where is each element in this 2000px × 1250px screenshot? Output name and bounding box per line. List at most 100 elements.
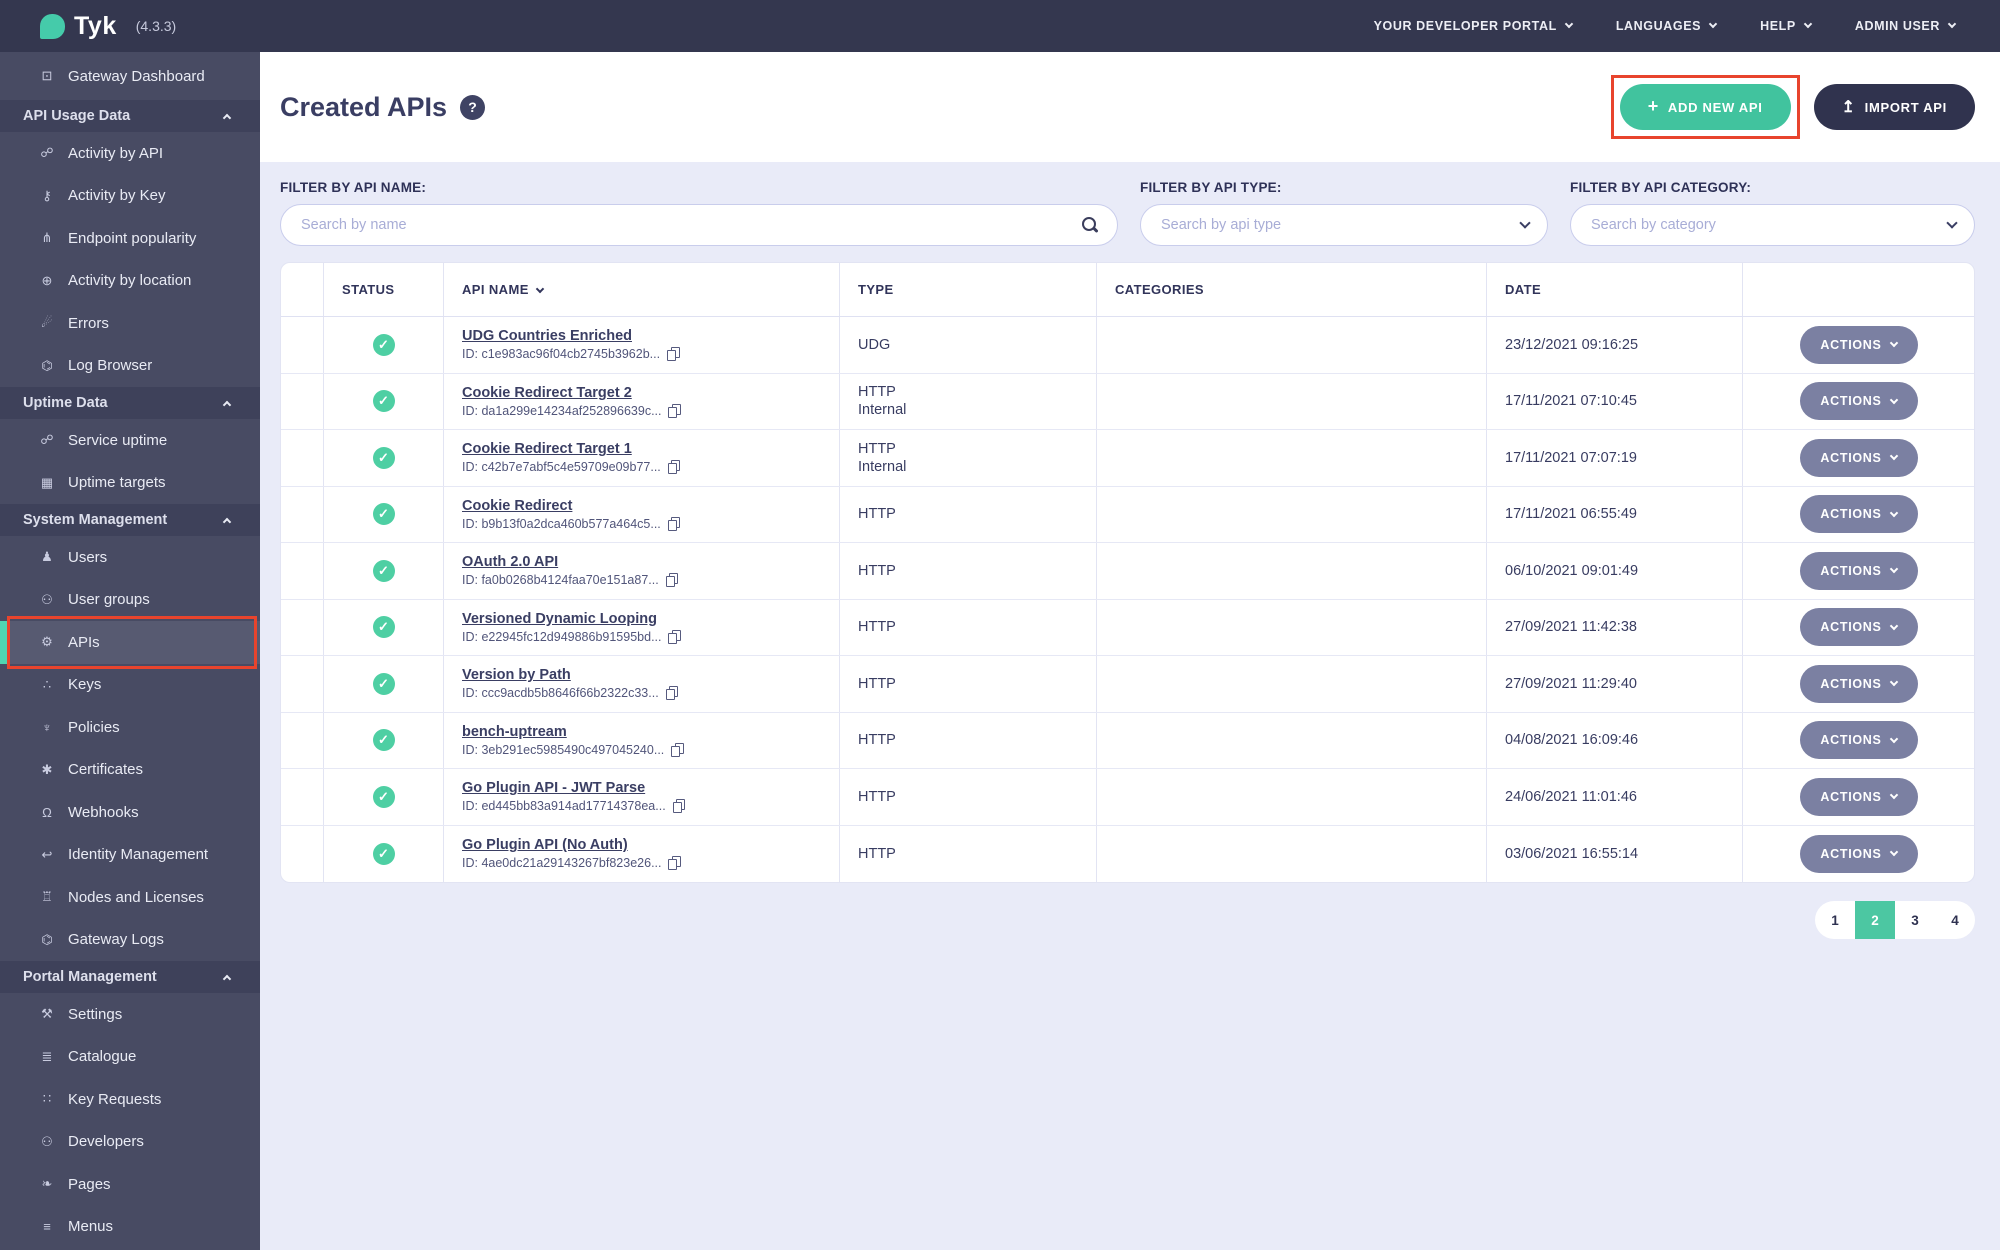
actions-button[interactable]: ACTIONS xyxy=(1799,834,1918,873)
actions-button[interactable]: ACTIONS xyxy=(1799,608,1918,647)
pagination-page-2[interactable]: 2 xyxy=(1855,901,1895,939)
row-status-cell: ✓ xyxy=(324,769,444,825)
row-status-cell: ✓ xyxy=(324,430,444,486)
api-name-link[interactable]: Cookie Redirect Target 2 xyxy=(462,385,632,401)
api-name-link[interactable]: UDG Countries Enriched xyxy=(462,328,632,344)
copy-icon[interactable] xyxy=(668,403,681,418)
topbar-menu-help[interactable]: HELP xyxy=(1760,19,1813,33)
actions-button[interactable]: ACTIONS xyxy=(1799,721,1918,760)
sidebar-section-portal-management[interactable]: Portal Management xyxy=(0,961,260,993)
menu-icon: ≡ xyxy=(43,1219,51,1235)
sidebar-item-catalogue[interactable]: ≣ Catalogue xyxy=(0,1036,260,1079)
sidebar-item-apis[interactable]: ⚙ APIs xyxy=(0,616,260,669)
api-id-row: ID: 4ae0dc21a29143267bf823e26... xyxy=(462,856,681,871)
sidebar-item-user-groups[interactable]: ⚇ User groups xyxy=(0,579,260,622)
tyk-logo[interactable]: Tyk (4.3.3) xyxy=(40,12,176,41)
actions-button[interactable]: ACTIONS xyxy=(1799,551,1918,590)
sidebar-item-pages[interactable]: ❧ Pages xyxy=(0,1163,260,1206)
actions-button[interactable]: ACTIONS xyxy=(1799,495,1918,534)
trident-icon: ♆ xyxy=(42,719,52,735)
help-icon[interactable]: ? xyxy=(460,94,486,120)
api-id-row: ID: 3eb291ec5985490c497045240... xyxy=(462,742,684,757)
filter-name-field[interactable] xyxy=(280,204,1118,246)
plus-icon: + xyxy=(1647,95,1659,116)
sidebar-item-users[interactable]: ♟ Users xyxy=(0,536,260,579)
api-name-link[interactable]: Go Plugin API (No Auth) xyxy=(462,837,628,853)
sidebar-item-errors[interactable]: ☄ Errors xyxy=(0,302,260,345)
copy-icon[interactable] xyxy=(667,516,681,531)
check-icon: ✓ xyxy=(378,675,389,691)
row-select-cell xyxy=(281,599,324,655)
sidebar-item-activity-by-location[interactable]: ⊕ Activity by location xyxy=(0,260,260,303)
row-date-cell: 17/11/2021 06:55:49 xyxy=(1487,486,1743,542)
sidebar-section-system-management[interactable]: System Management xyxy=(0,504,260,536)
row-date-cell: 17/11/2021 07:10:45 xyxy=(1487,373,1743,429)
api-name-link[interactable]: Versioned Dynamic Looping xyxy=(462,611,657,627)
sidebar-item-certificates[interactable]: ✱ Certificates xyxy=(0,749,260,792)
row-type-cell: HTTP xyxy=(840,769,1097,825)
api-name-link[interactable]: bench-uptream xyxy=(462,724,567,740)
actions-button[interactable]: ACTIONS xyxy=(1799,325,1918,364)
topbar-menu-languages[interactable]: LANGUAGES xyxy=(1615,19,1718,33)
row-date-cell: 24/06/2021 11:01:46 xyxy=(1487,769,1743,825)
topbar-menu-your-developer-portal[interactable]: YOUR DEVELOPER PORTAL xyxy=(1374,19,1574,33)
sidebar-item-activity-by-key[interactable]: ⚷ Activity by Key xyxy=(0,175,260,218)
sidebar-item-webhooks[interactable]: Ω Webhooks xyxy=(0,791,260,834)
sidebar-item-gateway-dashboard[interactable]: ⊡ Gateway Dashboard xyxy=(0,52,260,100)
api-name-link[interactable]: OAuth 2.0 API xyxy=(462,554,558,570)
add-new-api-button[interactable]: + ADD NEW API xyxy=(1619,84,1791,130)
copy-icon[interactable] xyxy=(665,686,679,701)
search-by-name-input[interactable] xyxy=(301,217,1082,233)
actions-button[interactable]: ACTIONS xyxy=(1799,664,1918,703)
sidebar-item-key-requests[interactable]: ∷ Key Requests xyxy=(0,1078,260,1121)
import-api-button[interactable]: ↥ IMPORT API xyxy=(1813,84,1975,130)
sidebar-item-activity-by-api[interactable]: ☍ Activity by API xyxy=(0,132,260,175)
status-active-icon: ✓ xyxy=(372,785,395,808)
topbar-menu-admin-user[interactable]: ADMIN USER xyxy=(1855,19,1957,33)
actions-button[interactable]: ACTIONS xyxy=(1799,438,1918,477)
sidebar-item-label: Log Browser xyxy=(68,357,153,375)
copy-icon[interactable] xyxy=(667,460,681,475)
copy-icon[interactable] xyxy=(665,573,679,588)
sidebar-item-log-browser[interactable]: ⌬ Log Browser xyxy=(0,345,260,388)
filter-category-select[interactable]: Search by category xyxy=(1570,204,1975,246)
sidebar-item-settings[interactable]: ⚒ Settings xyxy=(0,993,260,1036)
sidebar-item-endpoint-popularity[interactable]: ⋔ Endpoint popularity xyxy=(0,217,260,260)
api-name-link[interactable]: Cookie Redirect xyxy=(462,498,572,514)
topbar-menus: YOUR DEVELOPER PORTAL LANGUAGES HELP ADMIN … xyxy=(1374,19,1957,33)
sidebar-section-api-usage-data[interactable]: API Usage Data xyxy=(0,100,260,132)
actions-button[interactable]: ACTIONS xyxy=(1799,777,1918,816)
api-id-row: ID: b9b13f0a2dca460b577a464c5... xyxy=(462,516,681,531)
sidebar-item-uptime-targets[interactable]: ▦ Uptime targets xyxy=(0,462,260,505)
sidebar-item-menus[interactable]: ≡ Menus xyxy=(0,1206,260,1249)
actions-button[interactable]: ACTIONS xyxy=(1799,382,1918,421)
pagination-page-1[interactable]: 1 xyxy=(1815,901,1855,939)
api-name-link[interactable]: Go Plugin API - JWT Parse xyxy=(462,780,645,796)
api-name-link[interactable]: Version by Path xyxy=(462,667,571,683)
sidebar-item-nodes-and-licenses[interactable]: ♖ Nodes and Licenses xyxy=(0,876,260,919)
pagination-page-4[interactable]: 4 xyxy=(1935,901,1975,939)
sidebar-item-policies[interactable]: ♆ Policies xyxy=(0,706,260,749)
row-status-cell: ✓ xyxy=(324,317,444,373)
sidebar-item-identity-management[interactable]: ↩ Identity Management xyxy=(0,834,260,877)
sidebar-section-uptime-data[interactable]: Uptime Data xyxy=(0,387,260,419)
sidebar-item-keys[interactable]: ∴ Keys xyxy=(0,664,260,707)
copy-icon[interactable] xyxy=(668,856,681,871)
sidebar-item-developers[interactable]: ⚇ Developers xyxy=(0,1121,260,1164)
column-header-api-name[interactable]: API NAME xyxy=(444,263,840,316)
copy-icon[interactable] xyxy=(667,347,680,362)
copy-icon[interactable] xyxy=(672,799,686,814)
topbar-menu-label: LANGUAGES xyxy=(1615,19,1702,33)
sidebar-item-gateway-logs[interactable]: ⌬ Gateway Logs xyxy=(0,919,260,962)
pagination-page-3[interactable]: 3 xyxy=(1895,901,1935,939)
check-icon: ✓ xyxy=(378,619,389,635)
copy-icon[interactable] xyxy=(668,629,681,644)
table-row: ✓ Cookie Redirect Target 1 ID: c42b7e7abf5… xyxy=(281,430,1974,487)
api-name-link[interactable]: Cookie Redirect Target 1 xyxy=(462,441,632,457)
filter-type-select[interactable]: Search by api type xyxy=(1140,204,1548,246)
row-status-cell: ✓ xyxy=(324,825,444,882)
sidebar-item-service-uptime[interactable]: ☍ Service uptime xyxy=(0,419,260,462)
grid-icon: ▦ xyxy=(40,474,54,490)
chevron-up-icon xyxy=(222,113,232,123)
copy-icon[interactable] xyxy=(671,742,684,757)
